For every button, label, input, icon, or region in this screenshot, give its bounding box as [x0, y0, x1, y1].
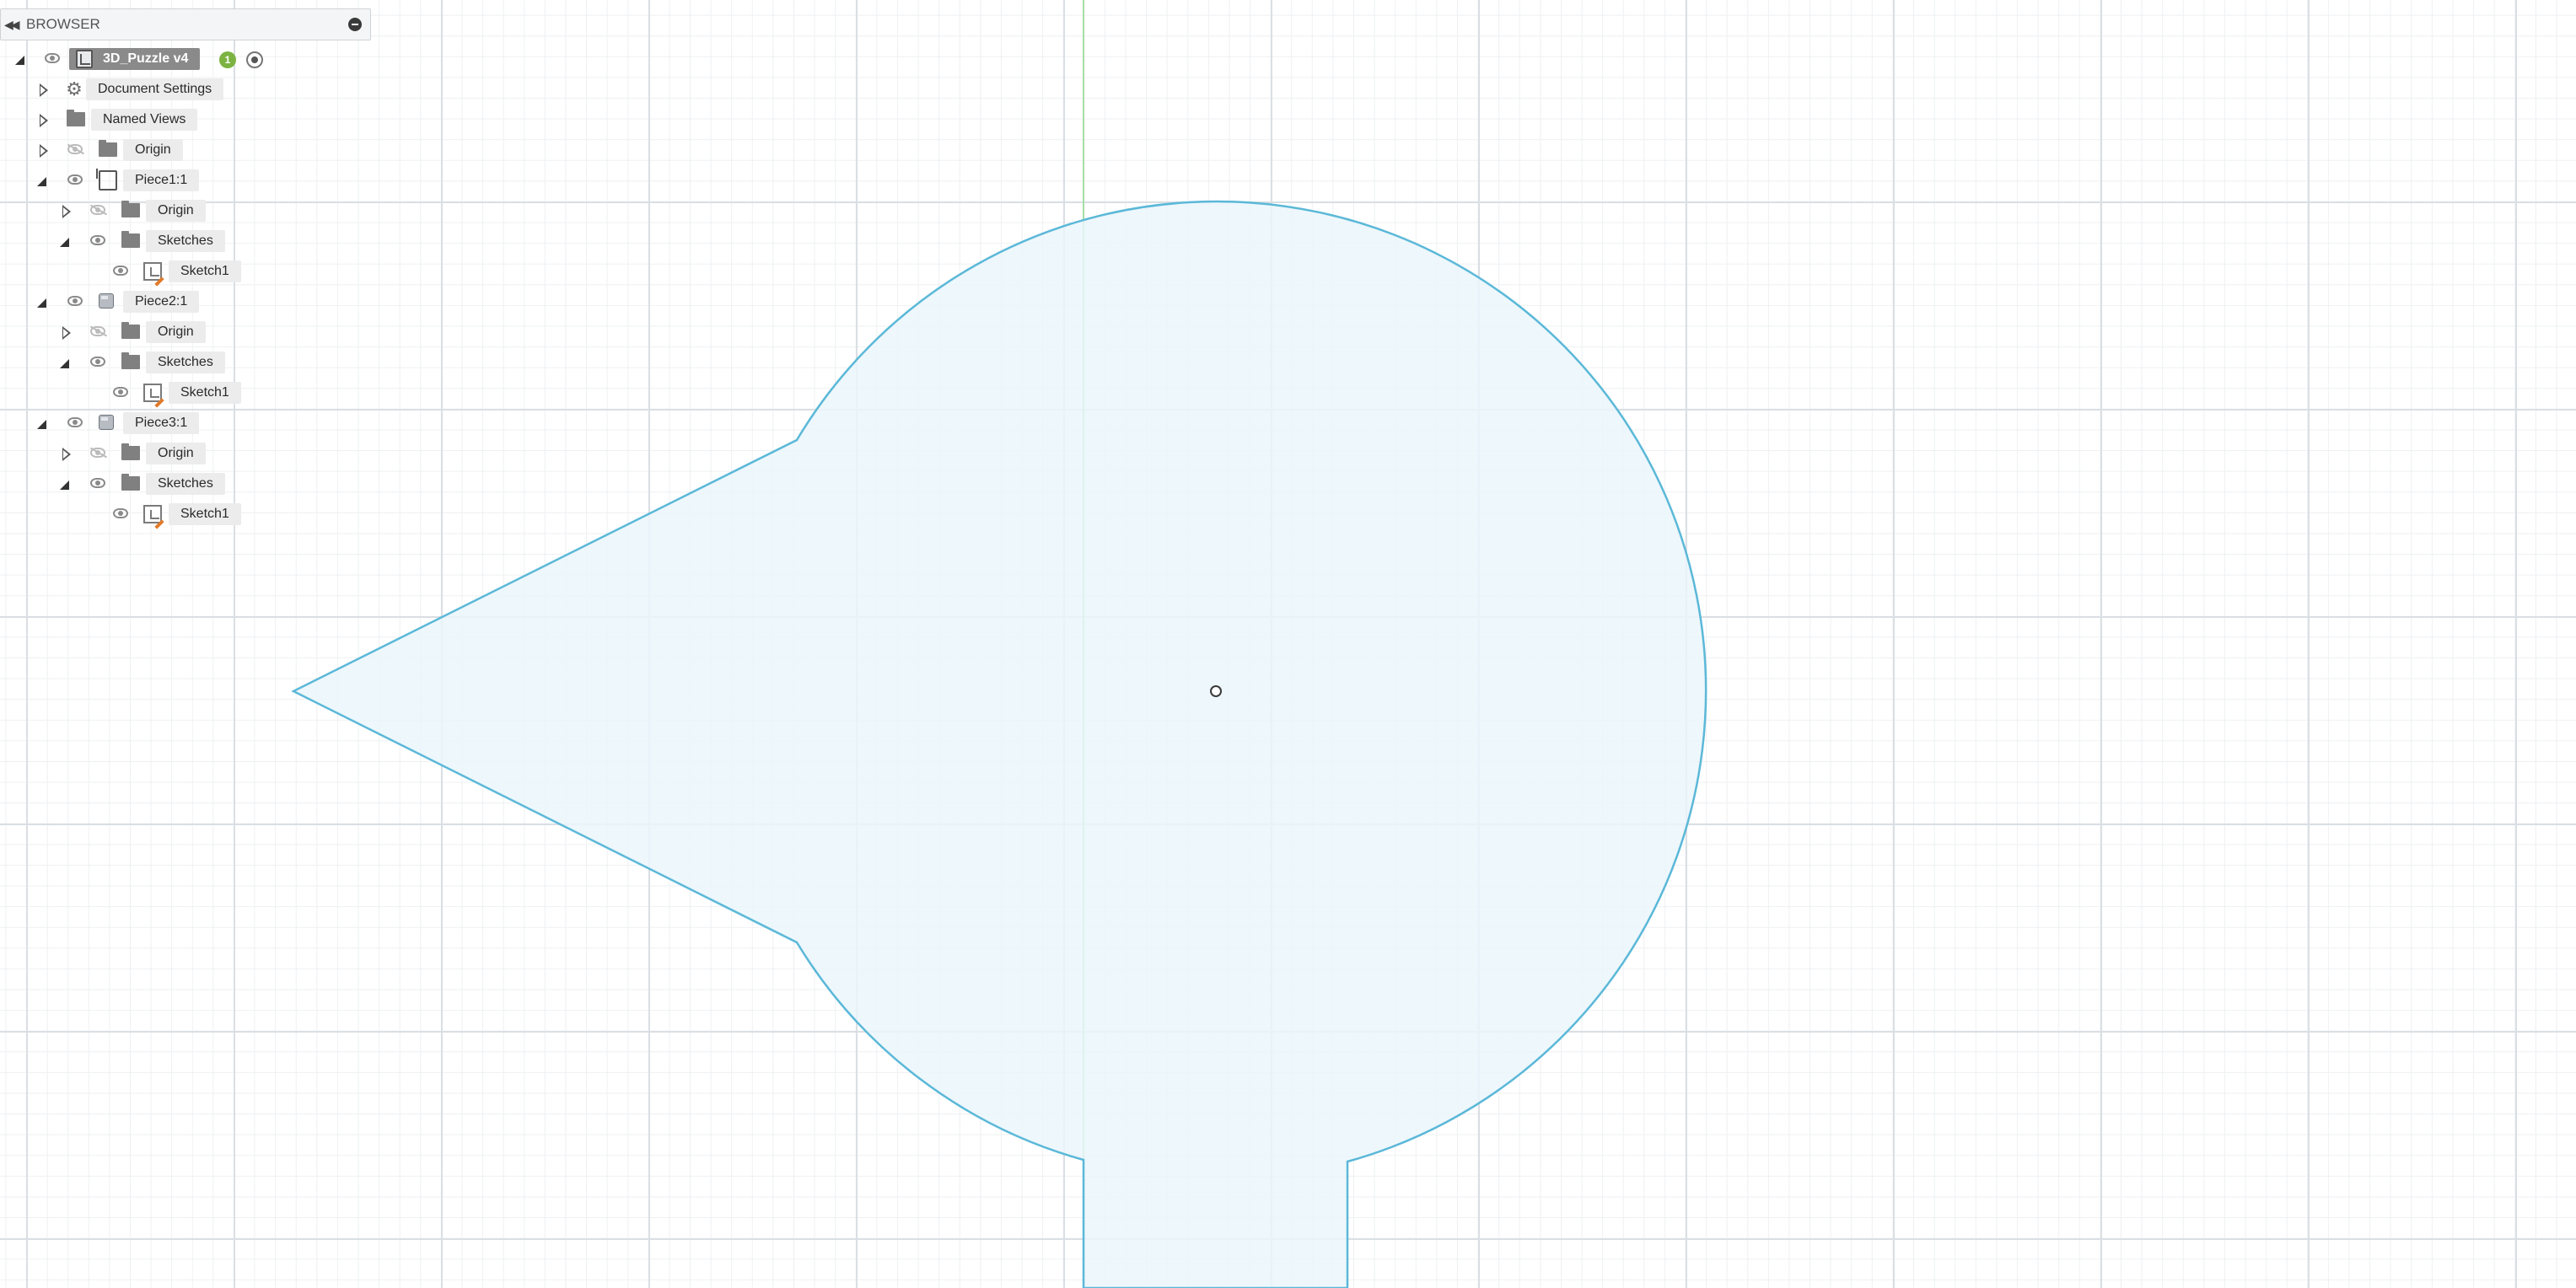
tree-node-sketches[interactable]: Sketches — [0, 229, 278, 255]
sketch-view[interactable] — [0, 0, 2576, 1288]
tree-node-origin[interactable]: Origin — [0, 320, 278, 346]
collapsed-triangle-icon[interactable] — [62, 205, 71, 218]
hidden-eye-icon[interactable] — [90, 205, 105, 215]
visibility-eye-icon[interactable] — [113, 387, 128, 397]
tree-node-label: Origin — [146, 200, 206, 222]
tree-node-label: Sketches — [146, 352, 225, 373]
center-point[interactable] — [1210, 685, 1222, 697]
folder-icon — [67, 110, 85, 126]
collapsed-triangle-icon[interactable] — [40, 144, 48, 158]
tree-node-root[interactable]: 3D_Puzzle v4 1 — [0, 47, 278, 72]
tree-node-sketches[interactable]: Sketches — [0, 351, 278, 376]
visibility-eye-icon[interactable] — [45, 53, 60, 63]
tree-node-origin[interactable]: Origin — [0, 442, 278, 467]
collapsed-triangle-icon[interactable] — [62, 448, 71, 461]
tree-node-piece3[interactable]: Piece3:1 — [0, 411, 278, 437]
tree-node-origin[interactable]: Origin — [0, 199, 278, 224]
tree-node-label: Origin — [146, 321, 206, 343]
visibility-eye-icon[interactable] — [113, 266, 128, 276]
tree-node-label: Named Views — [91, 109, 198, 131]
folder-icon — [121, 231, 140, 248]
tree-node-sketches[interactable]: Sketches — [0, 472, 278, 497]
tree-node-named-views[interactable]: Named Views — [0, 108, 278, 133]
visibility-eye-icon[interactable] — [90, 235, 105, 245]
collapsed-triangle-icon[interactable] — [40, 114, 48, 127]
visibility-eye-icon[interactable] — [67, 174, 83, 185]
version-badge: 1 — [219, 51, 236, 68]
expand-triangle-icon[interactable] — [60, 480, 69, 490]
tree-node-label: Document Settings — [86, 78, 224, 100]
folder-icon — [99, 140, 117, 157]
document-icon — [76, 50, 93, 68]
folder-icon — [121, 352, 140, 369]
collapsed-triangle-icon[interactable] — [40, 83, 48, 97]
sketch-icon — [143, 262, 162, 281]
browser-header: ◀◀ BROWSER — [0, 8, 371, 40]
tree-node-origin[interactable]: Origin — [0, 138, 278, 164]
browser-panel: ◀◀ BROWSER 3D_Puzzle v4 1 ⚙ Document Set… — [0, 0, 375, 539]
tree-node-label: Sketches — [146, 473, 225, 495]
tree-node-label: Sketches — [146, 230, 225, 252]
tree-node-label: Origin — [146, 443, 206, 464]
active-component-icon — [96, 169, 117, 191]
browser-title: BROWSER — [26, 16, 100, 32]
hidden-eye-icon[interactable] — [67, 144, 83, 154]
activate-radio-icon[interactable] — [246, 51, 263, 68]
visibility-eye-icon[interactable] — [67, 296, 83, 306]
tree-node-label: Sketch1 — [169, 260, 241, 282]
folder-icon — [121, 443, 140, 460]
tree-node-label: Sketch1 — [169, 503, 241, 525]
expand-triangle-icon[interactable] — [37, 420, 46, 429]
expand-triangle-icon[interactable] — [15, 56, 24, 65]
tree-node-piece2[interactable]: Piece2:1 — [0, 290, 278, 315]
collapsed-triangle-icon[interactable] — [62, 326, 71, 340]
folder-icon — [121, 201, 140, 217]
sketch-icon — [143, 384, 162, 402]
tree-node-sketch[interactable]: Sketch1 — [0, 381, 278, 406]
tree-node-label: Piece3:1 — [123, 412, 200, 434]
visibility-eye-icon[interactable] — [113, 508, 128, 518]
browser-options-icon[interactable] — [348, 18, 362, 31]
component-icon — [99, 293, 114, 309]
visibility-eye-icon[interactable] — [90, 357, 105, 367]
visibility-eye-icon[interactable] — [67, 417, 83, 427]
sketch-profile[interactable] — [291, 200, 1707, 1288]
expand-triangle-icon[interactable] — [60, 238, 69, 247]
folder-icon — [121, 474, 140, 491]
design-canvas[interactable] — [0, 0, 2576, 1288]
tree-node-label: Origin — [123, 139, 183, 161]
hidden-eye-icon[interactable] — [90, 326, 105, 336]
expand-triangle-icon[interactable] — [60, 359, 69, 368]
tree-node-sketch[interactable]: Sketch1 — [0, 260, 278, 285]
hidden-eye-icon[interactable] — [90, 448, 105, 458]
tree-node-label: Piece2:1 — [123, 291, 200, 313]
tree-node-label: Piece1:1 — [123, 169, 200, 191]
collapse-panel-icon[interactable]: ◀◀ — [4, 17, 23, 32]
gear-icon: ⚙ — [66, 78, 83, 99]
tree-node-label: Sketch1 — [169, 382, 241, 404]
expand-triangle-icon[interactable] — [37, 298, 46, 308]
sketch-icon — [143, 505, 162, 523]
expand-triangle-icon[interactable] — [37, 177, 46, 186]
folder-icon — [121, 322, 140, 339]
tree-node-sketch[interactable]: Sketch1 — [0, 502, 278, 528]
visibility-eye-icon[interactable] — [90, 478, 105, 488]
tree-node-piece1[interactable]: Piece1:1 — [0, 169, 278, 194]
component-icon — [99, 415, 114, 430]
tree-node-document-settings[interactable]: ⚙ Document Settings — [0, 78, 278, 103]
